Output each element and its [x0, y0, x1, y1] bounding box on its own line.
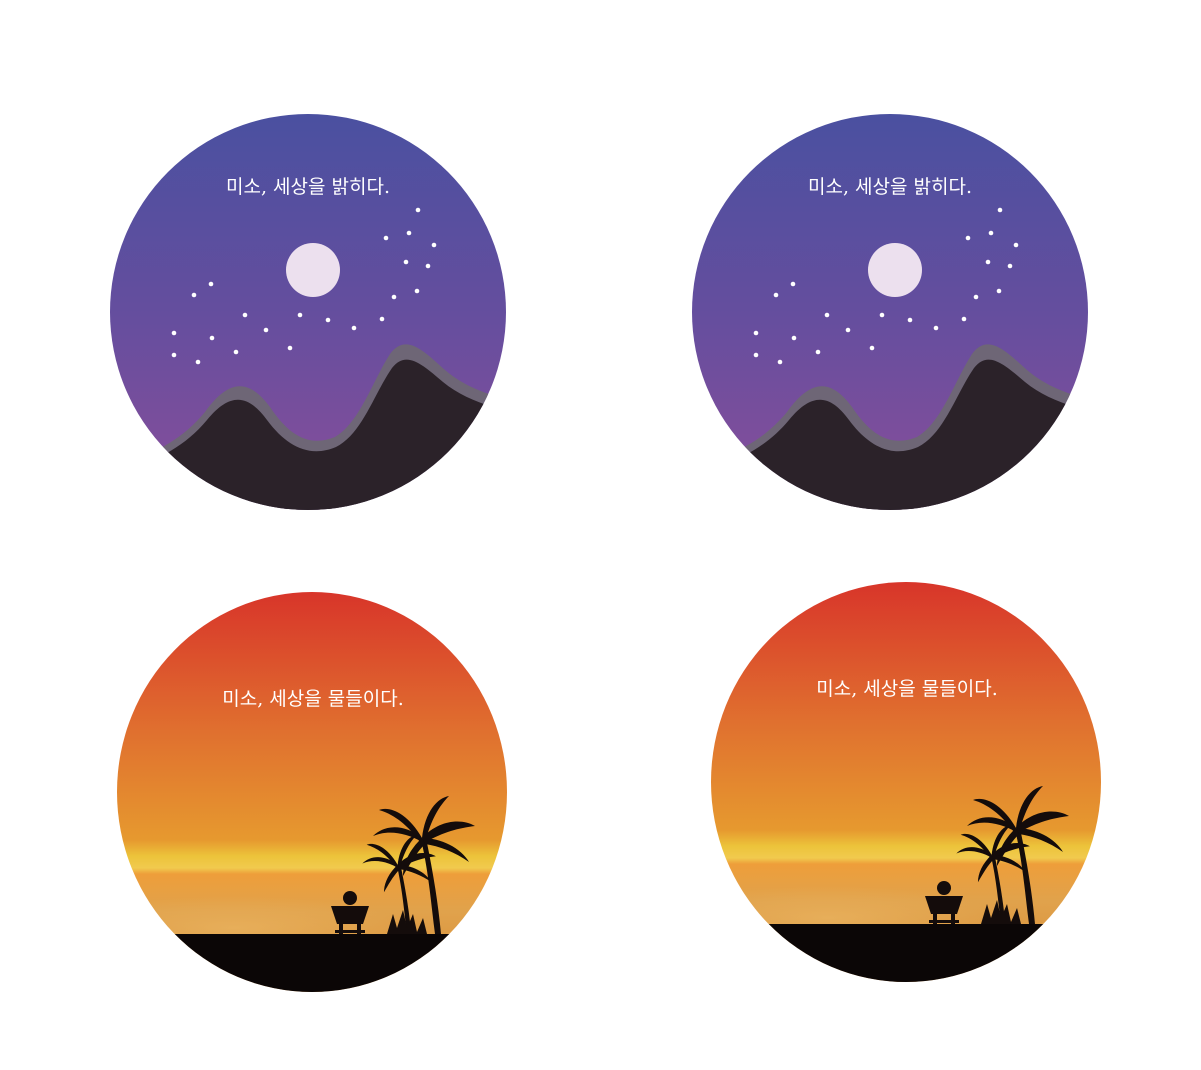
night-scene: [110, 114, 506, 510]
sunset-scene: [117, 592, 507, 992]
sunset-caption-left: 미소, 세상을 물들이다.: [222, 688, 403, 710]
sunset-scene: [711, 582, 1101, 982]
night-caption-left: 미소, 세상을 밝히다.: [226, 176, 390, 198]
sunset-badge-left: 미소, 세상을 물들이다.: [117, 592, 507, 992]
sunset-caption-right: 미소, 세상을 물들이다.: [816, 678, 997, 700]
night-badge-right: 미소, 세상을 밝히다.: [692, 114, 1088, 510]
night-scene: [692, 114, 1088, 510]
night-badge-left: 미소, 세상을 밝히다.: [110, 114, 506, 510]
sunset-badge-right: 미소, 세상을 물들이다.: [711, 582, 1101, 982]
night-caption-right: 미소, 세상을 밝히다.: [808, 176, 972, 198]
